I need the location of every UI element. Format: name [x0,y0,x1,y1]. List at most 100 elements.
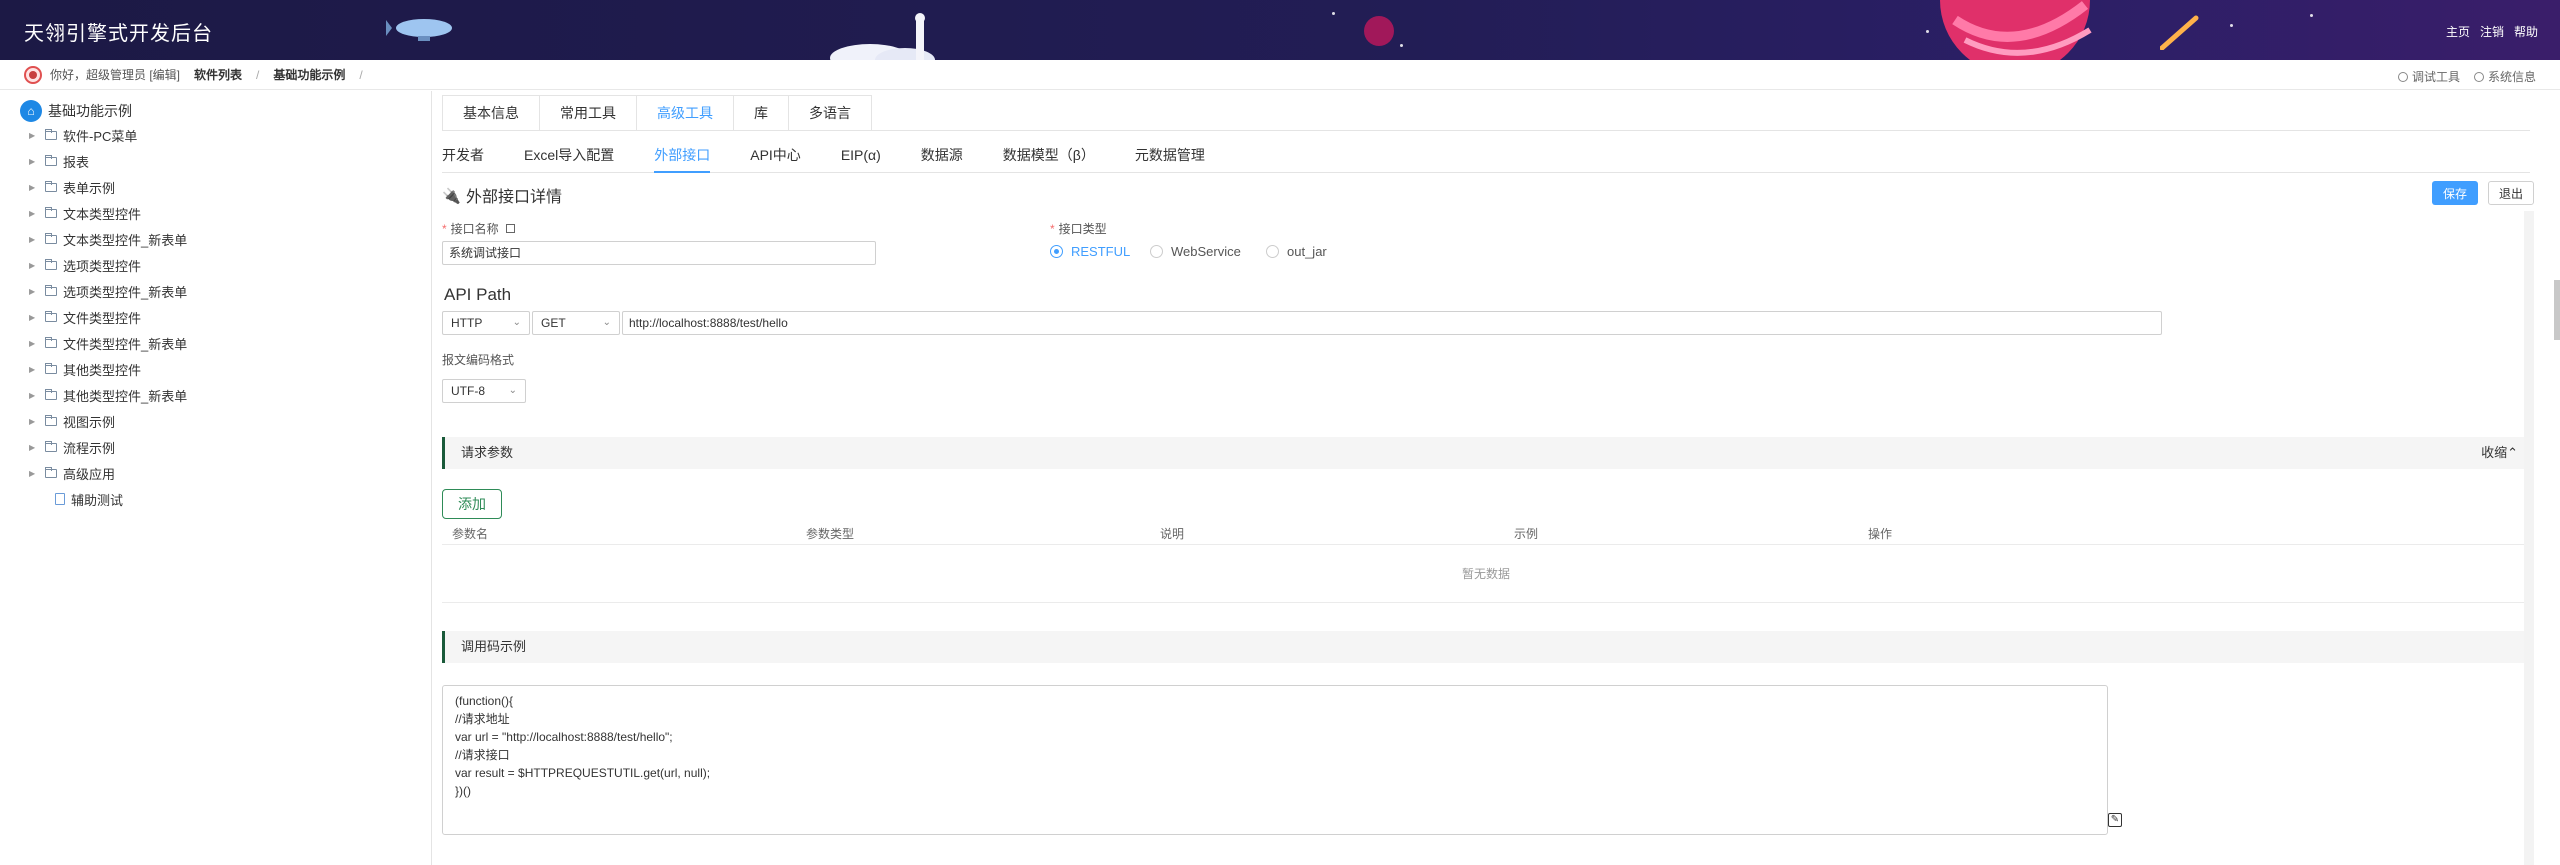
radio-webservice[interactable]: WebService [1150,244,1241,259]
home-icon: ⌂ [20,100,42,122]
user-greeting[interactable]: 你好，超级管理员 [编辑] [50,66,180,83]
sub-tab[interactable]: API中心 [750,137,801,172]
top-tabs: 基本信息 常用工具 高级工具库多语言 [442,95,2530,131]
top-tab[interactable]: 多语言 [788,95,872,130]
chevron-down-icon: ⌄ [508,385,517,396]
folder-icon [45,128,57,140]
comet-icon [2160,15,2199,50]
file-icon [55,493,65,505]
system-info-button[interactable]: 系统信息 [2473,68,2536,85]
tree-item-label: 选项类型控件_新表单 [63,284,188,300]
protocol-select[interactable]: HTTP ⌄ [442,311,530,335]
add-param-button[interactable]: 添加 [442,489,502,519]
top-tab[interactable]: 库 [733,95,789,130]
folder-icon [45,154,57,166]
tree-item-label: 表单示例 [63,180,116,196]
breadcrumb-software-list[interactable]: 软件列表 [194,66,242,83]
tree-root[interactable]: ⌂ 基础功能示例 [0,100,431,122]
edit-icon[interactable]: ✎ [2108,813,2122,827]
sub-tab[interactable]: EIP(α) [841,137,881,172]
request-params-title: 请求参数 [461,445,514,460]
tree-item[interactable]: ▶ 报表 [0,148,431,174]
column-header: 操作 [1868,527,1893,541]
interface-name-input[interactable]: 系统调试接口 [442,241,876,265]
breadcrumb-basic-examples[interactable]: 基础功能示例 [273,66,345,83]
url-input[interactable]: http://localhost:8888/test/hello [622,311,2162,335]
tree-item-leaf[interactable]: 辅助测试 [0,486,431,512]
caret-right-icon[interactable]: ▶ [29,131,39,140]
tree-item[interactable]: ▶ 文件类型控件_新表单 [0,330,431,356]
encoding-select[interactable]: UTF-8 ⌄ [442,379,526,403]
avatar[interactable] [24,65,42,84]
planet-icon [1364,16,1394,46]
caret-right-icon[interactable]: ▶ [29,469,39,478]
tree-item[interactable]: ▶ 软件-PC菜单 [0,122,431,148]
sub-tab[interactable]: 元数据管理 [1135,137,1205,172]
tree-item[interactable]: ▶ 文本类型控件_新表单 [0,226,431,252]
method-select[interactable]: GET ⌄ [532,311,620,335]
tree-item-label: 辅助测试 [71,492,124,508]
caret-right-icon[interactable]: ▶ [29,157,39,166]
tree-item[interactable]: ▶ 流程示例 [0,434,431,460]
caret-right-icon[interactable]: ▶ [29,339,39,348]
folder-icon [45,466,57,478]
tree-item[interactable]: ▶ 其他类型控件 [0,356,431,382]
sub-tab[interactable]: 数据模型（β） [1003,137,1095,172]
top-tab[interactable]: 高级工具 [636,95,734,130]
caret-right-icon[interactable]: ▶ [29,235,39,244]
sub-tab[interactable]: 开发者 [442,137,484,172]
tower-illustration-icon [830,13,935,60]
folder-icon [45,336,57,348]
chevron-up-icon: ⌃ [2507,445,2518,460]
caret-right-icon[interactable]: ▶ [29,417,39,426]
tree-item-label: 文本类型控件_新表单 [63,232,188,248]
collapse-toggle[interactable]: 收缩⌃ [2481,437,2518,469]
tree-item[interactable]: ▶ 视图示例 [0,408,431,434]
radio-restful[interactable]: RESTFUL [1050,244,1130,259]
chevron-down-icon: ⌄ [602,317,611,328]
page-scroll-thumb[interactable] [2554,280,2560,340]
caret-right-icon[interactable]: ▶ [29,261,39,270]
top-tab[interactable]: 常用工具 [539,95,637,130]
caret-right-icon[interactable]: ▶ [29,313,39,322]
tree-item[interactable]: ▶ 文件类型控件 [0,304,431,330]
caret-right-icon[interactable]: ▶ [29,183,39,192]
table-header: 参数名 参数类型 说明 示例 操作 [442,523,2530,545]
tree-item[interactable]: ▶ 选项类型控件_新表单 [0,278,431,304]
tree-item[interactable]: ▶ 表单示例 [0,174,431,200]
nav-help-link[interactable]: 帮助 [2514,23,2538,40]
caret-right-icon[interactable]: ▶ [29,287,39,296]
caret-right-icon[interactable]: ▶ [29,443,39,452]
sub-tab[interactable]: 外部接口 [654,137,711,173]
code-textarea[interactable]: (function(){ //请求地址 var url = "http://lo… [442,685,2108,835]
tree-item[interactable]: ▶ 选项类型控件 [0,252,431,278]
gear-icon [2473,71,2484,82]
airship-icon [386,19,452,41]
caret-right-icon[interactable]: ▶ [29,391,39,400]
nav-home-link[interactable]: 主页 [2446,23,2470,40]
type-field-label: * 接口类型 [1050,222,1107,236]
scrollbar[interactable] [2524,211,2534,865]
column-header: 示例 [1514,527,1539,541]
caret-right-icon[interactable]: ▶ [29,365,39,374]
sub-tab[interactable]: 数据源 [921,137,963,172]
debug-tool-label: 调试工具 [2411,70,2460,84]
tree-item[interactable]: ▶ 其他类型控件_新表单 [0,382,431,408]
chevron-down-icon: ⌄ [512,317,521,328]
debug-tool-button[interactable]: 调试工具 [2397,68,2460,85]
folder-icon [45,414,57,426]
breadcrumb-separator: / [359,67,363,82]
tree-item[interactable]: ▶ 文本类型控件 [0,200,431,226]
folder-icon [45,180,57,192]
top-tab[interactable]: 基本信息 [442,95,540,130]
exit-button[interactable]: 退出 [2488,181,2534,205]
nav-logout-link[interactable]: 注销 [2480,23,2504,40]
radio-out-jar[interactable]: out_jar [1266,244,1327,259]
caret-right-icon[interactable]: ▶ [29,209,39,218]
tree-root-label: 基础功能示例 [48,103,132,119]
sub-tab[interactable]: Excel导入配置 [524,137,614,172]
tree-item-label: 其他类型控件 [63,362,142,378]
tree-item[interactable]: ▶ 高级应用 [0,460,431,486]
copy-icon[interactable] [506,224,516,233]
save-button[interactable]: 保存 [2432,181,2478,205]
